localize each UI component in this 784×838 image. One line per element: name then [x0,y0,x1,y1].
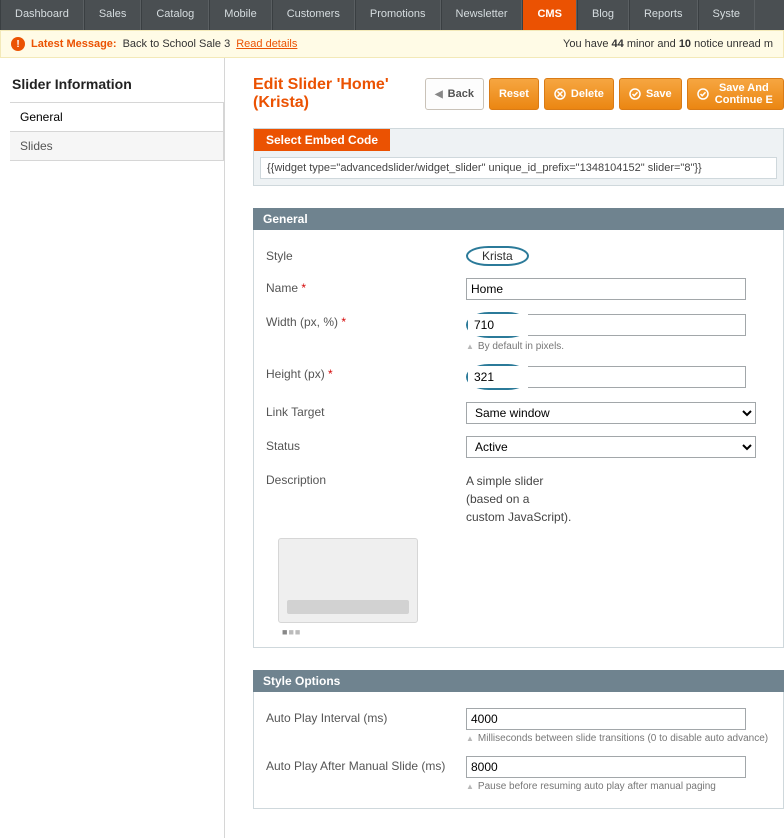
sidebar: Slider Information General Slides [0,58,225,838]
notice-count: 10 [679,38,691,50]
width-help: By default in pixels. [466,341,771,352]
back-arrow-icon: ◀ [435,89,443,100]
height-input[interactable] [468,366,528,388]
notice-counts: You have 44 minor and 10 notice unread m [563,38,773,50]
check-icon [629,88,641,100]
height-label: Height (px) * [266,364,466,381]
notice-bar: ! Latest Message: Back to School Sale 3 … [0,30,784,58]
description-value: A simple slider (based on a custom JavaS… [466,470,771,526]
nav-reports[interactable]: Reports [629,0,698,30]
nav-catalog[interactable]: Catalog [141,0,209,30]
description-label: Description [266,470,466,487]
name-input[interactable] [466,278,746,300]
delete-icon [554,88,566,100]
slider-preview-thumb [278,538,418,623]
back-button[interactable]: ◀ Back [425,78,484,110]
nav-promotions[interactable]: Promotions [355,0,441,30]
autoplay-interval-help: Milliseconds between slide transitions (… [466,733,771,744]
embed-title: Select Embed Code [254,129,390,151]
notice-label: Latest Message: [31,38,117,50]
embed-section: Select Embed Code {{widget type="advance… [253,128,784,186]
nav-customers[interactable]: Customers [272,0,355,30]
sidebar-tabs: General Slides [10,102,224,161]
nav-dashboard[interactable]: Dashboard [0,0,84,30]
nav-sales[interactable]: Sales [84,0,142,30]
link-target-label: Link Target [266,402,466,419]
top-nav: Dashboard Sales Catalog Mobile Customers… [0,0,784,30]
sidebar-title: Slider Information [10,76,224,102]
width-input-rest[interactable] [528,314,746,336]
height-input-rest[interactable] [528,366,746,388]
autoplay-interval-input[interactable] [466,708,746,730]
sidebar-tab-slides[interactable]: Slides [10,132,223,161]
save-button[interactable]: Save [619,78,682,110]
style-options-title: Style Options [253,670,784,692]
nav-blog[interactable]: Blog [577,0,629,30]
autoplay-after-manual-label: Auto Play After Manual Slide (ms) [266,756,466,773]
nav-mobile[interactable]: Mobile [209,0,271,30]
style-value: Krista [466,246,529,266]
autoplay-interval-label: Auto Play Interval (ms) [266,708,466,725]
autoplay-after-manual-help: Pause before resuming auto play after ma… [466,781,771,792]
action-buttons: ◀ Back Reset Delete Save Save And Contin… [425,78,784,110]
width-input[interactable] [468,314,528,336]
embed-code[interactable]: {{widget type="advancedslider/widget_sli… [260,157,777,179]
delete-button[interactable]: Delete [544,78,614,110]
main-content: Edit Slider 'Home' (Krista) ◀ Back Reset… [225,58,784,838]
minor-count: 44 [612,38,624,50]
status-label: Status [266,436,466,453]
reset-button[interactable]: Reset [489,78,539,110]
general-section-title: General [253,208,784,230]
autoplay-after-manual-input[interactable] [466,756,746,778]
style-label: Style [266,246,466,263]
preview-pager-dots: ■■■ [282,627,771,637]
preview-caption-bar [287,600,409,614]
nav-system[interactable]: Syste [698,0,756,30]
save-continue-button[interactable]: Save And Continue E [687,78,784,110]
notice-read-details-link[interactable]: Read details [236,38,297,50]
nav-newsletter[interactable]: Newsletter [441,0,523,30]
sidebar-tab-general[interactable]: General [10,103,223,132]
name-label: Name * [266,278,466,295]
notice-message: Back to School Sale 3 [123,38,231,50]
width-label: Width (px, %) * [266,312,466,329]
status-select[interactable]: Active [466,436,756,458]
check-icon [697,88,709,100]
link-target-select[interactable]: Same window [466,402,756,424]
alert-icon: ! [11,37,25,51]
page-title: Edit Slider 'Home' (Krista) [253,76,425,112]
nav-cms[interactable]: CMS [522,0,576,30]
